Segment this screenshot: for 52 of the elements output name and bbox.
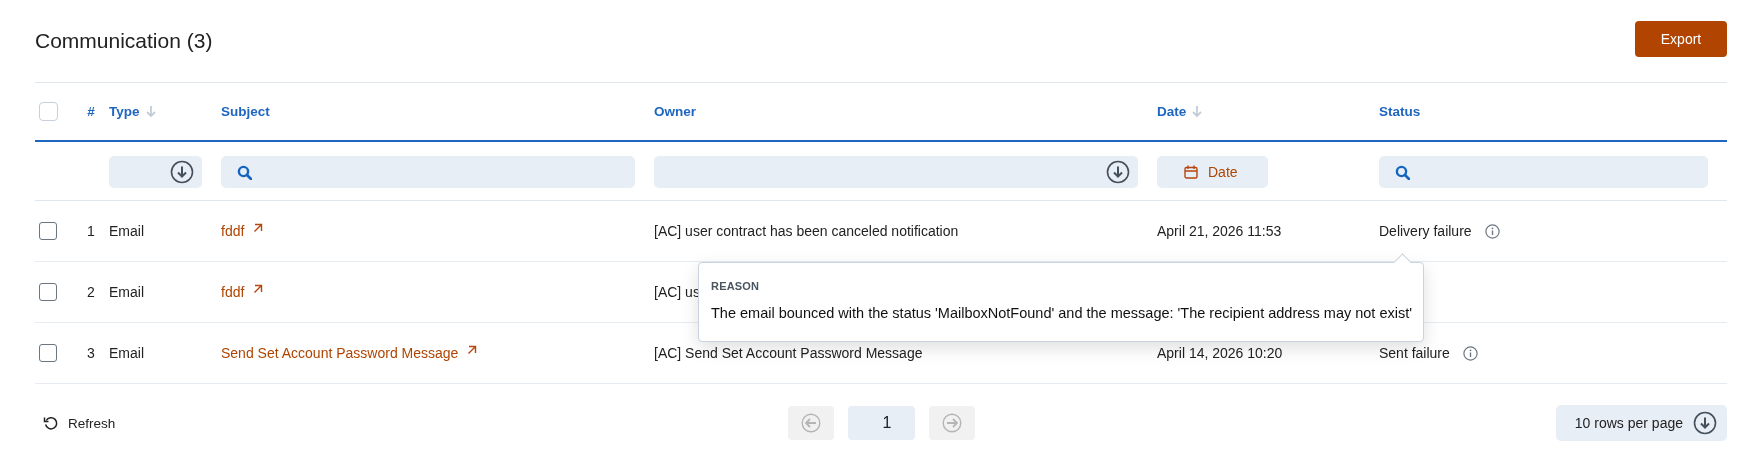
status-text: Delivery failure	[1379, 223, 1472, 239]
checkbox[interactable]	[39, 344, 57, 362]
row-number: 1	[87, 223, 95, 239]
table-cell: [AC] user contract has been canceled notification	[654, 223, 959, 239]
refresh-button[interactable]: Refresh	[35, 415, 116, 431]
dropdown-field[interactable]	[109, 156, 202, 188]
date-picker-button[interactable]: Date	[1157, 156, 1268, 188]
table-cell: April 21, 2026 11:53	[1157, 223, 1282, 239]
sort-arrow-icon	[145, 105, 156, 118]
search-field[interactable]	[1379, 156, 1708, 188]
external-link-icon	[253, 223, 264, 233]
subject-link[interactable]: fddf	[221, 223, 264, 239]
refresh-icon	[43, 415, 59, 431]
chevron-down-icon	[1106, 160, 1130, 184]
subject-link[interactable]: fddf	[221, 284, 264, 300]
external-link-icon	[253, 284, 264, 294]
info-icon[interactable]	[1484, 223, 1500, 239]
search-field[interactable]	[221, 156, 635, 188]
sort-arrow-icon	[1192, 105, 1203, 118]
column-header[interactable]: Owner	[654, 104, 696, 119]
column-header[interactable]: Date	[1157, 104, 1203, 119]
info-icon[interactable]	[1462, 345, 1478, 361]
arrow-right-icon	[941, 413, 962, 433]
column-header[interactable]: Status	[1379, 104, 1421, 119]
checkbox[interactable]	[39, 222, 57, 240]
chevron-down-icon	[1693, 411, 1717, 435]
tooltip-heading: REASON	[711, 280, 761, 292]
search-icon	[237, 164, 252, 180]
table-cell: Email	[109, 345, 144, 361]
dropdown-field[interactable]	[654, 156, 1138, 188]
search-icon	[1395, 164, 1410, 180]
status-text: Sent failure	[1379, 345, 1450, 361]
page-button[interactable]: 1	[847, 406, 915, 440]
page-title: Communication (3)	[35, 29, 213, 53]
tooltip-text: The email bounced with the status 'MailboxNotFound' and the message: 'The recipient address may not exist'	[711, 305, 1411, 321]
rows-per-page-dropdown[interactable]: 10 rows per page	[1555, 405, 1727, 441]
column-header[interactable]: #	[87, 104, 95, 119]
table-cell: [AC] Send Set Account Password Message	[654, 345, 923, 361]
external-link-icon	[467, 345, 478, 355]
table-cell: Email	[109, 223, 144, 239]
chevron-down-icon	[170, 160, 194, 184]
column-header[interactable]: Type	[109, 104, 156, 119]
subject-link[interactable]: Send Set Account Password Message	[221, 345, 478, 361]
table-cell: Email	[109, 284, 144, 300]
row-number: 2	[87, 284, 95, 300]
row-number: 3	[87, 345, 95, 361]
calendar-icon	[1184, 165, 1198, 179]
column-header[interactable]: Subject	[221, 104, 270, 119]
checkbox[interactable]	[39, 283, 57, 301]
arrow-left-icon	[800, 413, 821, 433]
export-button[interactable]: Export	[1635, 20, 1727, 57]
table-cell: April 14, 2026 10:20	[1157, 345, 1283, 361]
